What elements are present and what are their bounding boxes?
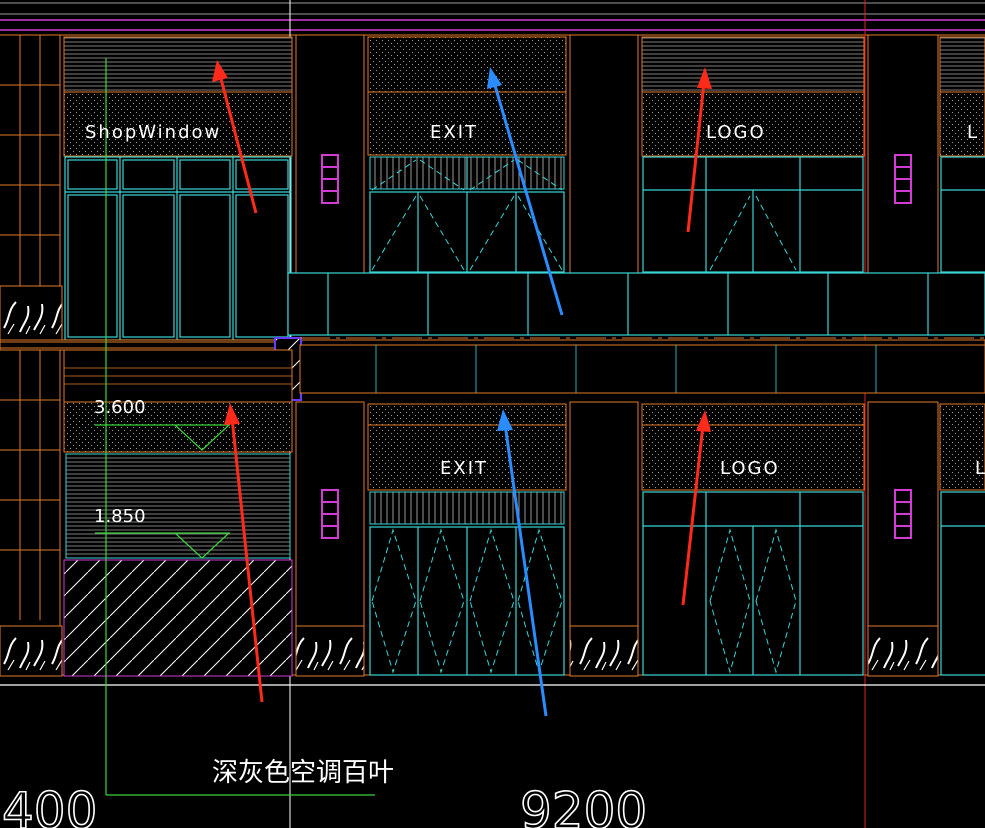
logo-label-lower-right: L — [975, 458, 985, 479]
exit-bay-lower — [367, 403, 567, 676]
exit-label-lower: EXIT — [440, 458, 488, 479]
elevation-lower: 1.850 — [94, 506, 146, 527]
ac-louver-bay — [0, 349, 293, 677]
logo-label-upper: LOGO — [706, 122, 766, 143]
canopy — [287, 272, 985, 336]
logo-bay-upper — [641, 36, 865, 273]
cad-elevation-drawing: ShopWindow EXIT LOGO L EXIT LOGO L 3.600… — [0, 0, 985, 828]
logo-label-upper-right: L — [967, 122, 979, 143]
louver-note: 深灰色空调百叶 — [212, 758, 394, 788]
bay-upper-right — [939, 36, 985, 273]
elevation-upper: 3.600 — [94, 397, 146, 418]
logo-bay-lower — [641, 403, 865, 676]
shop-window-label: ShopWindow — [85, 122, 221, 143]
exit-bay-upper — [367, 36, 567, 273]
stone-base — [295, 625, 939, 677]
bay-lower-right — [939, 403, 985, 676]
dimension-left: 400 — [2, 782, 97, 828]
canopy-lower — [299, 337, 985, 394]
dimension-center: 9200 — [520, 782, 647, 828]
logo-label-lower: LOGO — [720, 458, 780, 479]
exit-label-upper: EXIT — [430, 122, 478, 143]
shop-window-bay — [63, 36, 293, 341]
